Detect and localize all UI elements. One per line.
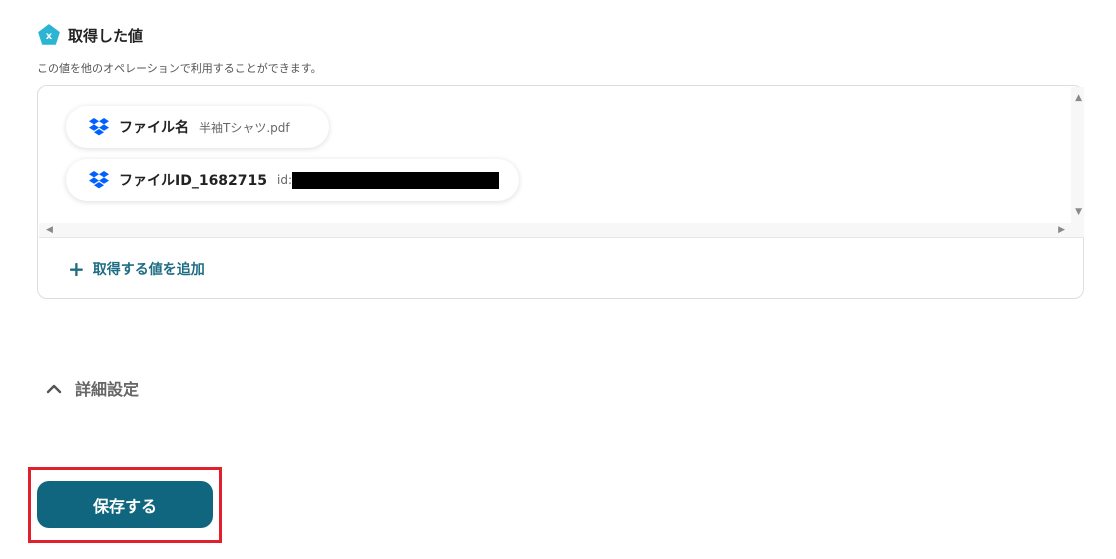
value-chip-file-id[interactable]: ファイルID_1682715 id: xyxy=(66,159,519,201)
svg-text:x: x xyxy=(46,31,53,42)
acquired-values-panel: ファイル名 半袖Tシャツ.pdf ファイルID_1682715 id: ▲ ▼ … xyxy=(37,85,1084,299)
section-description: この値を他のオペレーションで利用することができます。 xyxy=(37,62,322,75)
value-name: ファイル名 xyxy=(119,120,189,136)
x-pentagon-icon: x xyxy=(38,24,60,45)
add-value-label: 取得する値を追加 xyxy=(92,262,205,278)
value-text: id: xyxy=(277,173,293,187)
values-scroll-area: ファイル名 半袖Tシャツ.pdf ファイルID_1682715 id: ▲ ▼ … xyxy=(39,87,1084,238)
plus-icon: + xyxy=(68,257,85,281)
section-header: x 取得した値 xyxy=(38,24,143,46)
dropbox-icon xyxy=(89,118,109,136)
chevron-up-icon xyxy=(46,384,62,394)
section-title: 取得した値 xyxy=(68,26,144,45)
scroll-up-arrow-icon[interactable]: ▲ xyxy=(1075,94,1082,103)
advanced-settings-label: 詳細設定 xyxy=(75,380,140,399)
scroll-right-arrow-icon[interactable]: ▶ xyxy=(1058,226,1065,235)
value-name: ファイルID_1682715 xyxy=(119,173,268,189)
scroll-left-arrow-icon[interactable]: ◀ xyxy=(46,226,53,235)
redacted-block xyxy=(292,171,499,189)
horizontal-scrollbar[interactable]: ◀ ▶ xyxy=(39,223,1084,237)
save-button[interactable]: 保存する xyxy=(37,481,213,528)
advanced-settings-toggle[interactable]: 詳細設定 xyxy=(46,376,139,400)
dropbox-icon xyxy=(89,171,109,189)
scroll-down-arrow-icon[interactable]: ▼ xyxy=(1075,208,1082,217)
value-text: 半袖Tシャツ.pdf xyxy=(199,120,290,135)
add-value-button[interactable]: + 取得する値を追加 xyxy=(68,259,205,279)
value-chip-file-name[interactable]: ファイル名 半袖Tシャツ.pdf xyxy=(66,106,329,148)
vertical-scrollbar[interactable]: ▲ ▼ xyxy=(1071,87,1084,223)
